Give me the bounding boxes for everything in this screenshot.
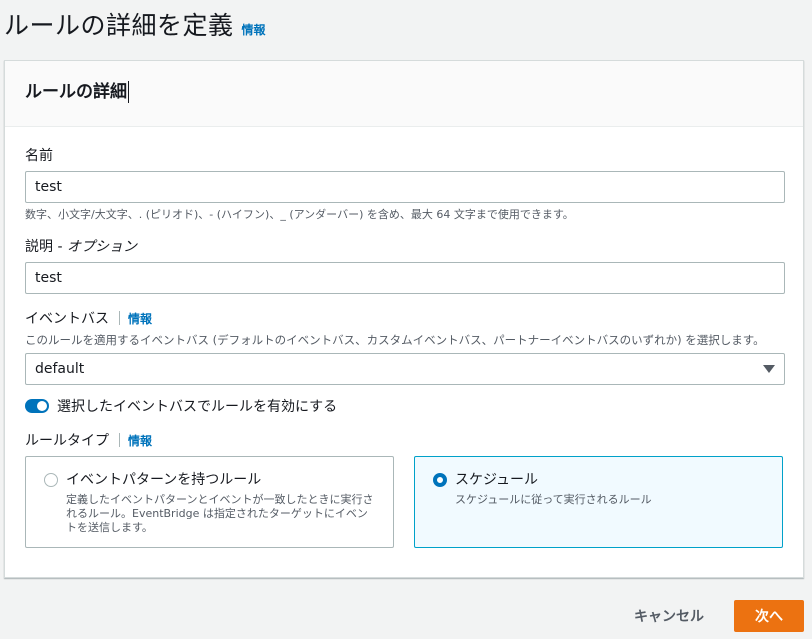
page-info-link[interactable]: 情報 <box>242 21 266 38</box>
description-label-text: 説明 - <box>25 239 67 255</box>
name-label-text: 名前 <box>25 148 53 164</box>
label-divider <box>119 311 120 325</box>
description-input[interactable]: test <box>25 262 785 294</box>
tile-description: 定義したイベントパターンとイベントが一致したときに実行されるルール。EventB… <box>66 493 374 534</box>
page-title: ルールの詳細を定義 <box>4 11 234 40</box>
name-input[interactable]: test <box>25 171 785 203</box>
rule-type-label: ルールタイプ 情報 <box>25 430 783 450</box>
next-button[interactable]: 次へ <box>734 600 804 632</box>
event-bus-label: イベントバス 情報 <box>25 308 783 328</box>
page-header: ルールの詳細を定義 情報 <box>4 6 266 42</box>
description-label: 説明 - オプション <box>25 236 783 256</box>
description-optional-text: オプション <box>66 239 137 255</box>
radio-event-pattern[interactable] <box>44 473 58 487</box>
tile-event-pattern[interactable]: イベントパターンを持つルール 定義したイベントパターンとイベントが一致したときに… <box>25 456 394 548</box>
event-bus-help-text: このルールを適用するイベントバス (デフォルトのイベントバス、カスタムイベントバ… <box>25 333 765 347</box>
tile-content: スケジュール スケジュールに従って実行されるルール <box>455 469 652 507</box>
rule-details-panel: ルールの詳細 名前 test 数字、小文字/大文字、. (ピリオド)、- (ハイ… <box>4 60 804 578</box>
label-divider <box>119 433 120 447</box>
tile-description: スケジュールに従って実行されるルール <box>455 493 652 506</box>
radio-schedule[interactable] <box>433 473 447 487</box>
tile-schedule[interactable]: スケジュール スケジュールに従って実行されるルール <box>414 456 783 548</box>
rule-type-info-link[interactable]: 情報 <box>128 432 152 449</box>
rule-type-label-text: ルールタイプ <box>25 433 109 449</box>
event-bus-selected-value: default <box>35 361 85 377</box>
enable-rule-toggle[interactable] <box>25 399 49 413</box>
enable-rule-row: 選択したイベントバスでルールを有効にする <box>25 396 783 416</box>
event-bus-select[interactable]: default <box>25 353 785 385</box>
panel-header: ルールの詳細 <box>5 61 803 127</box>
rule-type-tiles: イベントパターンを持つルール 定義したイベントパターンとイベントが一致したときに… <box>25 456 783 548</box>
tile-title: スケジュール <box>455 472 539 488</box>
tile-content: イベントパターンを持つルール 定義したイベントパターンとイベントが一致したときに… <box>66 469 375 535</box>
name-label: 名前 <box>25 145 783 165</box>
name-help-text: 数字、小文字/大文字、. (ピリオド)、- (ハイフン)、_ (アンダーバー) … <box>25 208 574 221</box>
description-input-value: test <box>35 270 62 286</box>
event-bus-label-text: イベントバス <box>25 311 109 327</box>
panel-body: 名前 test 数字、小文字/大文字、. (ピリオド)、- (ハイフン)、_ (… <box>5 127 803 548</box>
panel-title: ルールの詳細 <box>25 81 129 103</box>
caret-down-icon <box>763 365 775 373</box>
event-bus-info-link[interactable]: 情報 <box>128 310 152 327</box>
cancel-button[interactable]: キャンセル <box>634 606 704 626</box>
name-input-value: test <box>35 179 62 195</box>
tile-title: イベントパターンを持つルール <box>66 472 262 488</box>
enable-rule-label: 選択したイベントバスでルールを有効にする <box>57 399 338 415</box>
wizard-footer: キャンセル 次へ <box>634 600 804 632</box>
